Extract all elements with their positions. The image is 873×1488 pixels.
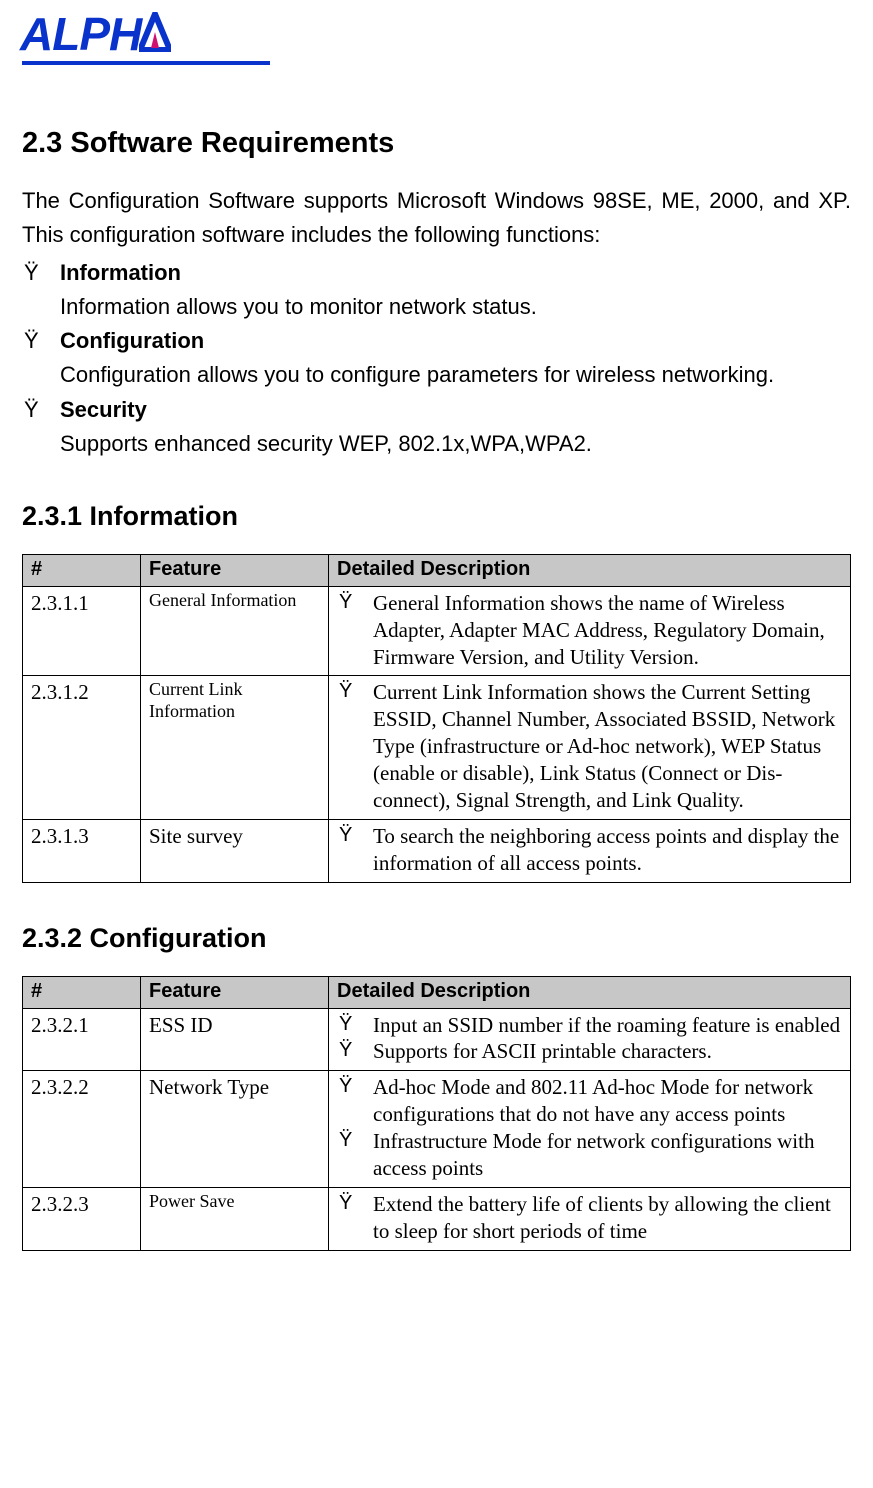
- table-header-desc: Detailed Description: [329, 554, 851, 586]
- cell-desc: Input an SSID number if the roaming feat…: [329, 1008, 851, 1071]
- cell-desc-list: Input an SSID number if the roaming feat…: [337, 1012, 844, 1066]
- intro-bullet-title: Configuration: [60, 328, 204, 353]
- intro-bullet: Configuration Configuration allows you t…: [22, 324, 851, 392]
- cell-desc-item: To search the neighboring access points …: [337, 823, 844, 877]
- intro-bullet-list: Information Information allows you to mo…: [22, 256, 851, 461]
- table-header-num: #: [23, 976, 141, 1008]
- cell-desc-item: Supports for ASCII printable characters.: [337, 1038, 844, 1065]
- cell-feature: Network Type: [141, 1071, 329, 1188]
- brand-logo: ALPH: [20, 10, 851, 57]
- cell-desc-item: Infrastructure Mode for network configur…: [337, 1128, 844, 1182]
- cell-desc-list: To search the neighboring access points …: [337, 823, 844, 877]
- section-heading: 2.3 Software Requirements: [22, 127, 851, 160]
- cell-num: 2.3.2.3: [23, 1187, 141, 1250]
- brand-logo-a-icon: [139, 10, 171, 50]
- cell-desc-list: General Information shows the name of Wi…: [337, 590, 844, 671]
- cell-desc: To search the neighboring access points …: [329, 819, 851, 882]
- information-table: # Feature Detailed Description 2.3.1.1 G…: [22, 554, 851, 883]
- intro-bullet: Security Supports enhanced security WEP,…: [22, 393, 851, 461]
- table-header-row: # Feature Detailed Description: [23, 976, 851, 1008]
- cell-num: 2.3.1.2: [23, 676, 141, 819]
- subsection-heading-information: 2.3.1 Information: [22, 501, 851, 532]
- cell-desc: Current Link Information shows the Curre…: [329, 676, 851, 819]
- intro-paragraph: The Configuration Software supports Micr…: [22, 184, 851, 252]
- brand-logo-text-left: ALPH: [20, 11, 141, 57]
- brand-underline: [22, 61, 270, 65]
- cell-num: 2.3.1.1: [23, 586, 141, 676]
- cell-desc-item: General Information shows the name of Wi…: [337, 590, 844, 671]
- cell-desc-item: Extend the battery life of clients by al…: [337, 1191, 844, 1245]
- table-row: 2.3.2.1 ESS ID Input an SSID number if t…: [23, 1008, 851, 1071]
- intro-bullet-body: Supports enhanced security WEP, 802.1x,W…: [60, 427, 851, 461]
- cell-desc-item: Input an SSID number if the roaming feat…: [337, 1012, 844, 1039]
- cell-desc-item: Current Link Information shows the Curre…: [337, 679, 844, 813]
- table-row: 2.3.1.1 General Information General Info…: [23, 586, 851, 676]
- intro-bullet-body: Information allows you to monitor networ…: [60, 290, 851, 324]
- intro-bullet-title: Information: [60, 260, 181, 285]
- table-header-desc: Detailed Description: [329, 976, 851, 1008]
- cell-feature: General Information: [141, 586, 329, 676]
- cell-feature: Power Save: [141, 1187, 329, 1250]
- table-row: 2.3.1.2 Current Link Information Current…: [23, 676, 851, 819]
- table-row: 2.3.1.3 Site survey To search the neighb…: [23, 819, 851, 882]
- cell-num: 2.3.1.3: [23, 819, 141, 882]
- table-header-feature: Feature: [141, 554, 329, 586]
- table-row: 2.3.2.2 Network Type Ad-hoc Mode and 802…: [23, 1071, 851, 1188]
- cell-desc: Ad-hoc Mode and 802.11 Ad-hoc Mode for n…: [329, 1071, 851, 1188]
- table-row: 2.3.2.3 Power Save Extend the battery li…: [23, 1187, 851, 1250]
- table-header-feature: Feature: [141, 976, 329, 1008]
- cell-desc-list: Ad-hoc Mode and 802.11 Ad-hoc Mode for n…: [337, 1074, 844, 1182]
- cell-desc-item: Ad-hoc Mode and 802.11 Ad-hoc Mode for n…: [337, 1074, 844, 1128]
- cell-desc: Extend the battery life of clients by al…: [329, 1187, 851, 1250]
- intro-bullet-title: Security: [60, 397, 147, 422]
- intro-bullet-body: Configuration allows you to configure pa…: [60, 358, 851, 392]
- table-header-row: # Feature Detailed Description: [23, 554, 851, 586]
- table-header-num: #: [23, 554, 141, 586]
- cell-desc: General Information shows the name of Wi…: [329, 586, 851, 676]
- cell-desc-list: Extend the battery life of clients by al…: [337, 1191, 844, 1245]
- document-page: ALPH 2.3 Software Requirements The Confi…: [0, 0, 873, 1291]
- cell-num: 2.3.2.1: [23, 1008, 141, 1071]
- cell-desc-list: Current Link Information shows the Curre…: [337, 679, 844, 813]
- intro-bullet: Information Information allows you to mo…: [22, 256, 851, 324]
- configuration-table: # Feature Detailed Description 2.3.2.1 E…: [22, 976, 851, 1251]
- cell-feature: ESS ID: [141, 1008, 329, 1071]
- cell-num: 2.3.2.2: [23, 1071, 141, 1188]
- subsection-heading-configuration: 2.3.2 Configuration: [22, 923, 851, 954]
- cell-feature: Site survey: [141, 819, 329, 882]
- cell-feature: Current Link Information: [141, 676, 329, 819]
